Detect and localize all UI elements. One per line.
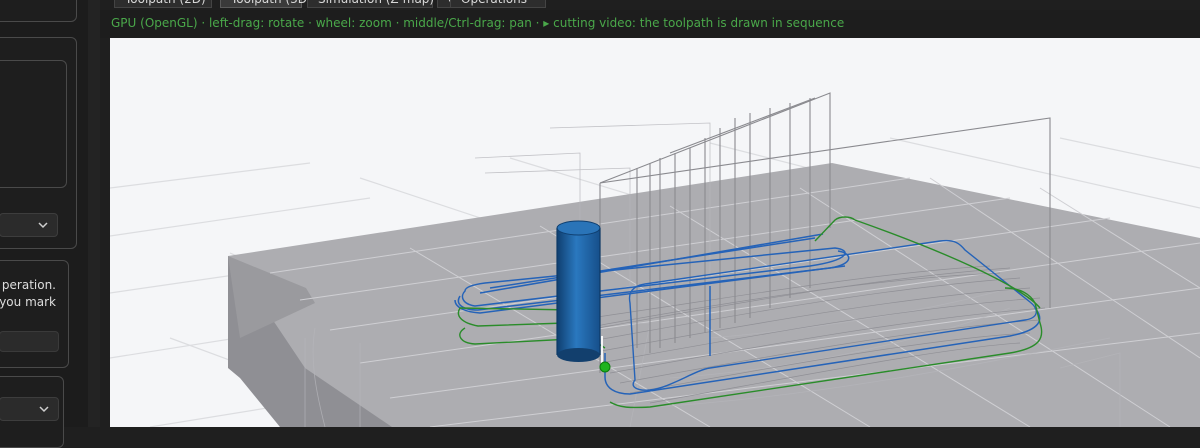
chevron-down-icon bbox=[39, 406, 49, 413]
panel-splitter[interactable] bbox=[88, 0, 100, 427]
tool-cylinder bbox=[556, 220, 601, 362]
chevron-down-icon bbox=[38, 222, 48, 229]
tab-simulation[interactable]: Simulation (Z-map) bbox=[307, 0, 434, 8]
settings-card-main bbox=[0, 37, 77, 249]
tab-operations[interactable]: Operations bbox=[450, 0, 546, 8]
settings-card-info: peration. es you mark bbox=[0, 260, 69, 368]
viewport-3d: GPU (OpenGL) · left-drag: rotate · wheel… bbox=[100, 10, 1200, 427]
settings-select-1[interactable] bbox=[0, 213, 58, 237]
info-input[interactable] bbox=[0, 331, 59, 352]
settings-subcard bbox=[0, 60, 67, 188]
tab-toolpath-2d[interactable]: Toolpath (2D) bbox=[114, 0, 212, 8]
info-text-line-2: es you mark bbox=[0, 295, 56, 309]
settings-panel: peration. es you mark bbox=[0, 0, 88, 448]
toolpath-3d-canvas[interactable] bbox=[110, 38, 1200, 427]
viewport-hint-bar: GPU (OpenGL) · left-drag: rotate · wheel… bbox=[100, 10, 1200, 38]
settings-card-bottom bbox=[0, 376, 64, 448]
viewport-hint: GPU (OpenGL) · left-drag: rotate · wheel… bbox=[111, 16, 845, 30]
tab-toolpath-3d[interactable]: Toolpath (3D) bbox=[220, 0, 312, 8]
tab-bar: Toolpath (2D) Toolpath (3D) Simulation (… bbox=[100, 0, 1200, 10]
settings-card-top bbox=[0, 0, 77, 22]
tool-position-marker bbox=[599, 361, 611, 373]
settings-select-2[interactable] bbox=[0, 397, 59, 421]
info-text-line-1: peration. bbox=[1, 278, 56, 292]
